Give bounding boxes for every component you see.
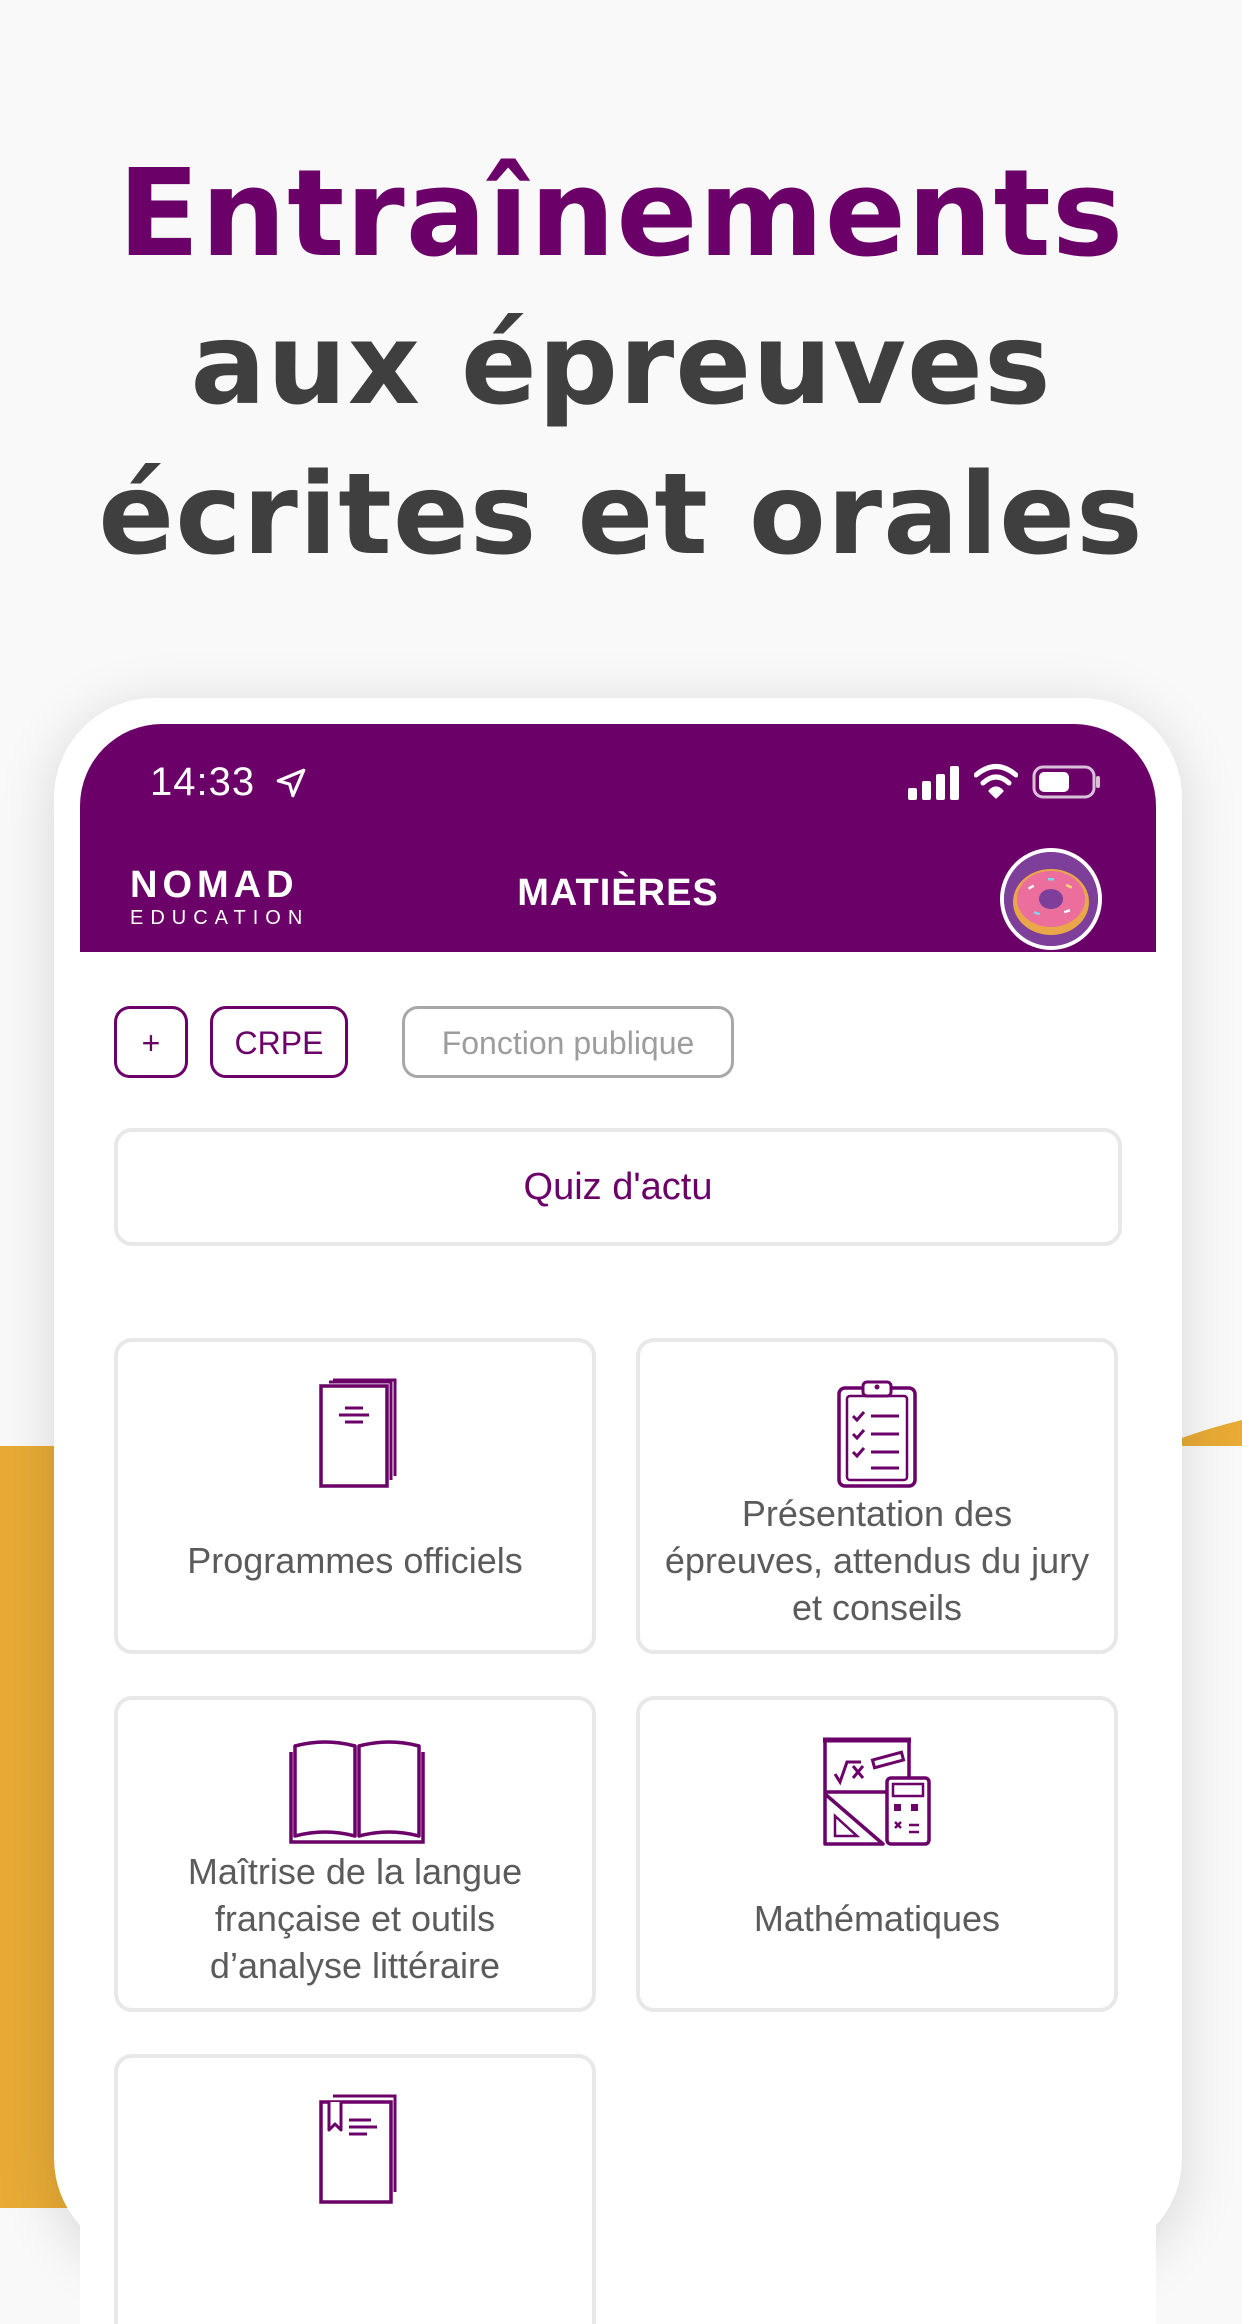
headline-line-3: écrites et orales — [98, 450, 1144, 580]
page-title: MATIÈRES — [517, 872, 719, 914]
chip-crpe[interactable]: CRPE — [210, 1006, 348, 1078]
chip-fonction-publique[interactable]: Fonction publique — [402, 1006, 734, 1078]
wifi-icon — [974, 764, 1018, 799]
headline: Entraînements aux épreuves écrites et or… — [0, 140, 1242, 590]
math-tools-icon — [823, 1737, 931, 1846]
avatar[interactable] — [1000, 848, 1102, 950]
clipboard-checklist-icon — [837, 1380, 917, 1488]
subject-card-programmes[interactable]: Programmes officiels — [114, 1338, 596, 1654]
subject-label: Programmes officiels — [187, 1540, 523, 1581]
headline-line-1: Entraînements — [117, 145, 1125, 284]
subject-label: Mathématiques — [753, 1898, 1001, 1939]
bookmarked-book-icon — [319, 2094, 397, 2204]
open-book-icon — [289, 1740, 425, 1844]
subject-card-mathematiques[interactable]: Mathématiques — [636, 1696, 1118, 2012]
battery-icon — [1032, 765, 1100, 799]
phone-frame: 14:33 NOMAD EDUCATION MATIÈRES + CRPE Fo… — [54, 698, 1182, 2324]
donut-avatar-icon — [1004, 852, 1098, 946]
subject-label: Présentation des épreuves, attendus du j… — [664, 1493, 1090, 1628]
location-arrow-icon — [276, 768, 306, 798]
quiz-actu-button[interactable]: Quiz d'actu — [114, 1128, 1122, 1246]
subject-card-5[interactable] — [114, 2054, 596, 2324]
headline-line-2: aux épreuves — [190, 300, 1052, 430]
add-filter-button[interactable]: + — [114, 1006, 188, 1078]
subject-label: Maîtrise de la langue française et outil… — [187, 1851, 523, 1986]
subject-card-maitrise-langue[interactable]: Maîtrise de la langue française et outil… — [114, 1696, 596, 2012]
document-icon — [319, 1378, 397, 1488]
subject-card-presentation-epreuves[interactable]: Présentation des épreuves, attendus du j… — [636, 1338, 1118, 1654]
signal-icon — [908, 766, 959, 800]
status-time: 14:33 — [150, 760, 256, 804]
app-header: 14:33 NOMAD EDUCATION MATIÈRES — [80, 724, 1156, 952]
phone-screen: 14:33 NOMAD EDUCATION MATIÈRES + CRPE Fo… — [80, 724, 1156, 2324]
